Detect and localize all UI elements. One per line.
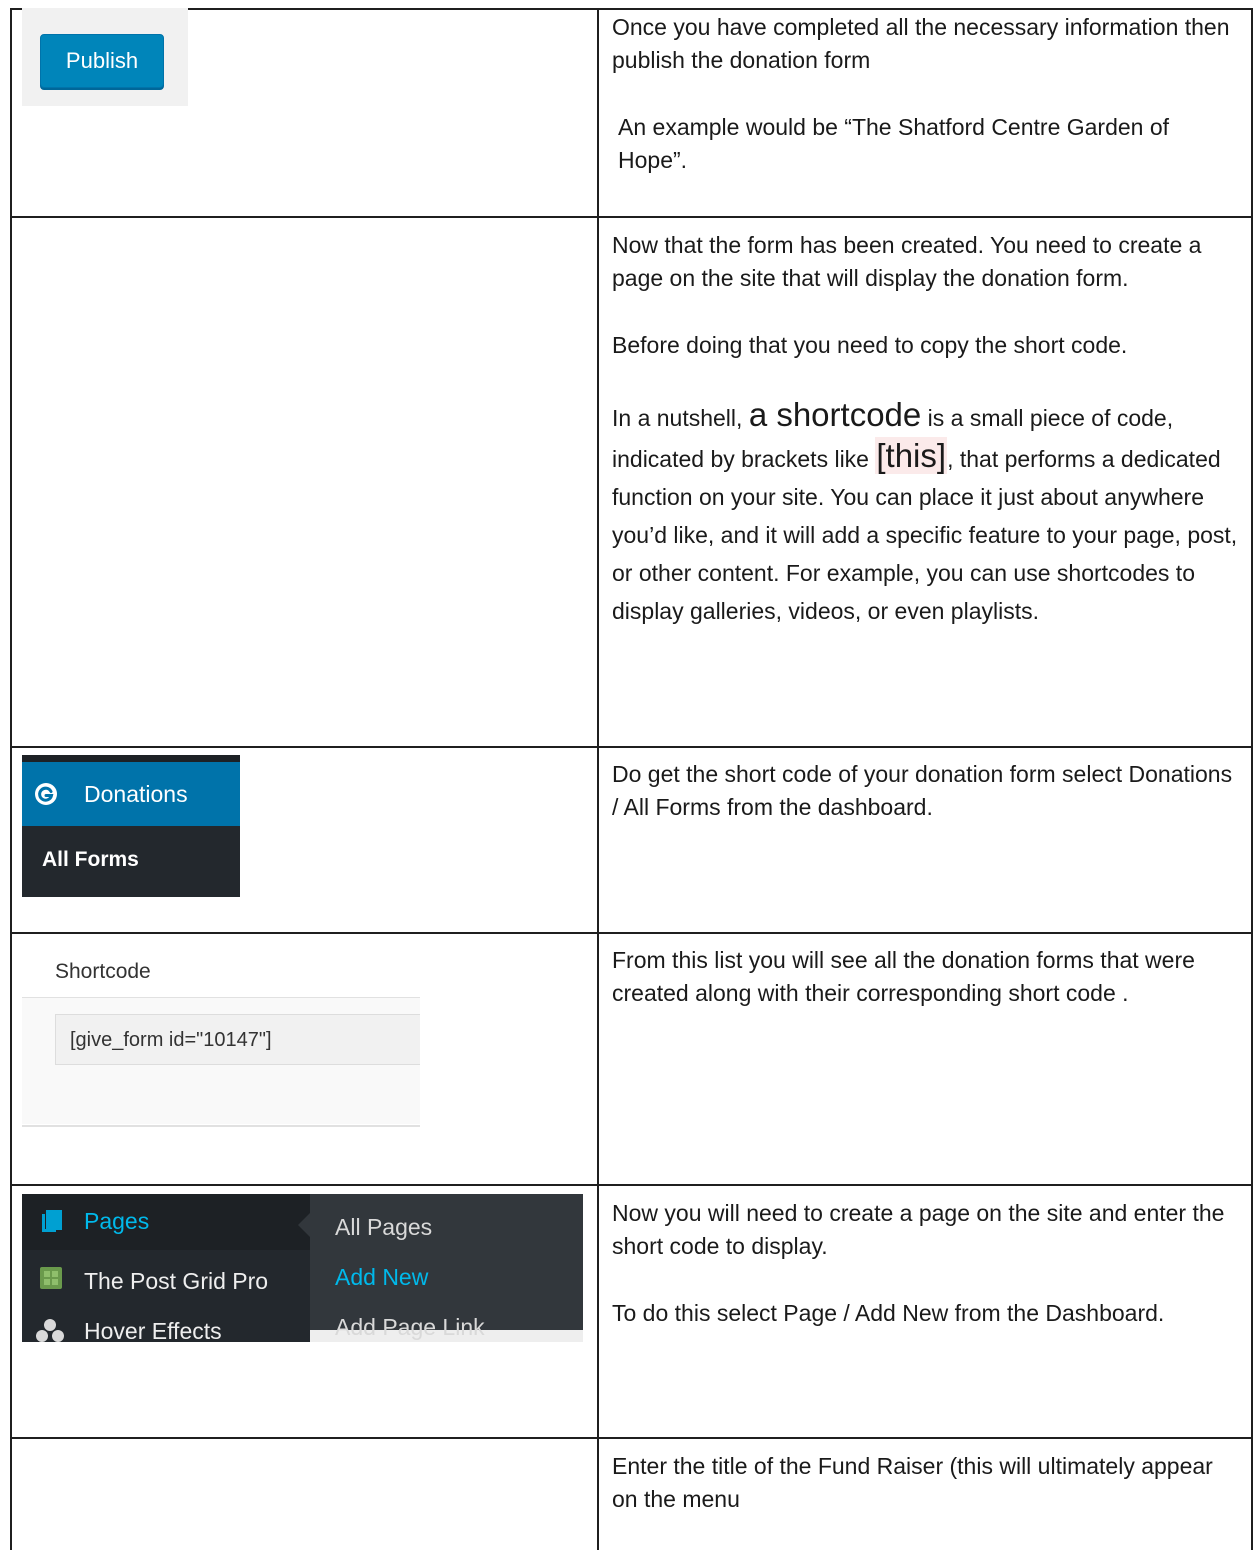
- pages-menu-screenshot: Pages The Post Grid Pro Hover Effects Al…: [22, 1194, 583, 1344]
- post-grid-menu-label[interactable]: The Post Grid Pro: [84, 1266, 268, 1296]
- row-4-text: From this list you will see all the dona…: [612, 944, 1242, 1010]
- menu-top-strip: [22, 755, 240, 762]
- instruction-paragraph: Before doing that you need to copy the s…: [612, 332, 1128, 358]
- shortcode-definition-paragraph: In a nutshell, a shortcode is a small pi…: [612, 396, 1242, 630]
- give-logo-icon: [35, 783, 57, 805]
- hover-effects-menu-label[interactable]: Hover Effects: [84, 1316, 222, 1346]
- table-border-top: [10, 8, 1253, 10]
- example-paragraph: An example would be “The Shatford Centre…: [618, 114, 1170, 173]
- row-3-text: Do get the short code of your donation f…: [612, 758, 1242, 824]
- table-row-divider: [10, 1184, 1253, 1186]
- donations-menu-item[interactable]: Donations: [22, 762, 240, 826]
- table-row-divider: [10, 1437, 1253, 1439]
- row-2-text: Now that the form has been created. You …: [612, 229, 1242, 630]
- publish-screenshot: Publish: [22, 8, 188, 106]
- donations-label: Donations: [84, 781, 188, 807]
- instruction-paragraph: Once you have completed all the necessar…: [612, 14, 1230, 73]
- instruction-paragraph: Enter the title of the Fund Raiser (this…: [612, 1453, 1213, 1512]
- submenu-item-all-pages[interactable]: All Pages: [335, 1212, 432, 1242]
- shortcode-field[interactable]: [give_form id="10147"]: [55, 1014, 420, 1065]
- shortcode-term: a shortcode: [748, 396, 922, 433]
- shortcode-column-header: Shortcode: [55, 960, 151, 983]
- table-row-divider: [10, 216, 1253, 218]
- all-forms-submenu-item[interactable]: All Forms: [42, 848, 139, 872]
- publish-button[interactable]: Publish: [40, 34, 164, 88]
- post-grid-icon: [40, 1267, 62, 1289]
- instruction-paragraph: From this list you will see all the dona…: [612, 947, 1195, 1006]
- table-row-divider: [10, 932, 1253, 934]
- shortcode-screenshot: Shortcode [give_form id="10147"]: [22, 935, 420, 1129]
- pages-menu-label[interactable]: Pages: [84, 1206, 149, 1236]
- pages-icon: [42, 1210, 62, 1232]
- row-5-text: Now you will need to create a page on th…: [612, 1197, 1242, 1330]
- table-border-left: [10, 8, 12, 1550]
- instruction-paragraph: Now that the form has been created. You …: [612, 232, 1202, 291]
- bracket-example: [this]: [875, 437, 948, 474]
- donations-menu-screenshot: Donations All Forms: [22, 755, 240, 897]
- table-column-divider: [597, 8, 599, 1550]
- row-1-text: Once you have completed all the necessar…: [612, 11, 1242, 177]
- submenu-item-add-page-link[interactable]: Add Page Link: [335, 1312, 485, 1342]
- pages-menu-item[interactable]: [22, 1194, 310, 1250]
- instruction-paragraph: To do this select Page / Add New from th…: [612, 1300, 1165, 1326]
- row-6-text: Enter the title of the Fund Raiser (this…: [612, 1450, 1242, 1516]
- hover-effects-icon: [36, 1319, 64, 1342]
- instruction-paragraph: Do get the short code of your donation f…: [612, 761, 1233, 820]
- submenu-pointer: [298, 1213, 310, 1237]
- submenu-item-add-new[interactable]: Add New: [335, 1262, 428, 1292]
- instruction-paragraph: Now you will need to create a page on th…: [612, 1200, 1225, 1259]
- divider: [22, 1125, 420, 1127]
- definition-prefix: In a nutshell,: [612, 405, 749, 431]
- table-row-divider: [10, 746, 1253, 748]
